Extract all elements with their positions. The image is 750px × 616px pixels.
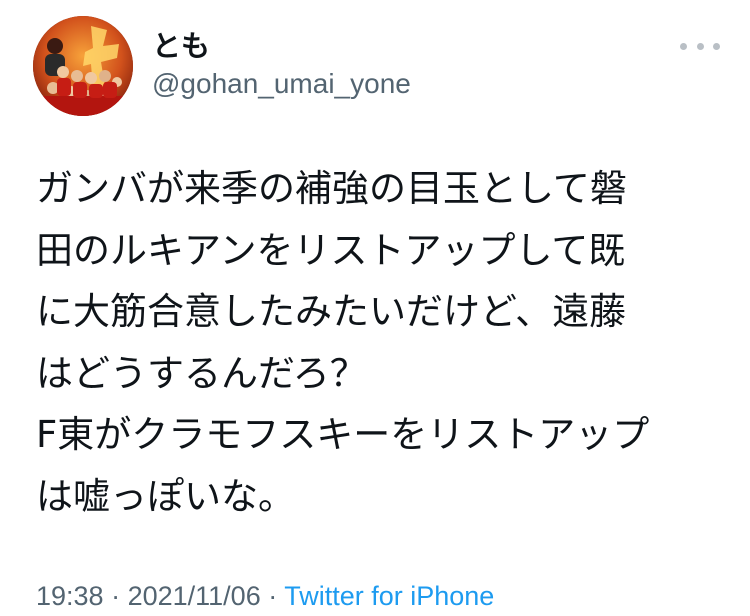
more-options-button[interactable] — [680, 36, 720, 56]
more-dots-icon — [713, 42, 720, 50]
tweet-date[interactable]: 2021/11/06 — [128, 581, 261, 611]
avatar[interactable] — [33, 16, 133, 116]
tweet-text: ガンバが来季の補強の目玉として磐 田のルキアンをリストアップして既 に大筋合意し… — [36, 158, 736, 527]
team-photo-avatar-icon — [33, 16, 133, 116]
tweet-text-line: に大筋合意したみたいだけど、遠藤 — [36, 290, 627, 333]
tweet-text-line: はどうするんだろ？ — [36, 351, 367, 395]
tweet-text-line: は嘘っぽいな。 — [36, 474, 295, 518]
display-name[interactable]: とも — [152, 26, 210, 66]
tweet-text-line: ガンバが来季の補強の目玉として磐 — [36, 167, 627, 210]
tweet-time[interactable]: 19:38 — [36, 581, 104, 611]
tweet-text-line: 田のルキアンをリストアップして既 — [36, 228, 626, 272]
tweet-text-line: F東がクラモフスキーをリストアップ — [36, 413, 650, 456]
more-dots-icon — [696, 42, 704, 50]
tweet-source-link[interactable]: Twitter for iPhone — [284, 581, 494, 611]
meta-separator: · — [260, 581, 285, 611]
user-handle[interactable]: @gohan_umai_yone — [152, 66, 411, 102]
meta-separator: · — [103, 581, 128, 611]
tweet-card: とも @gohan_umai_yone ガンバが来季の補強の目玉として磐 田のル… — [0, 0, 750, 615]
tweet-meta: 19:38 · 2021/11/06 · Twitter for iPhone — [36, 576, 494, 616]
more-dots-icon — [680, 42, 687, 50]
